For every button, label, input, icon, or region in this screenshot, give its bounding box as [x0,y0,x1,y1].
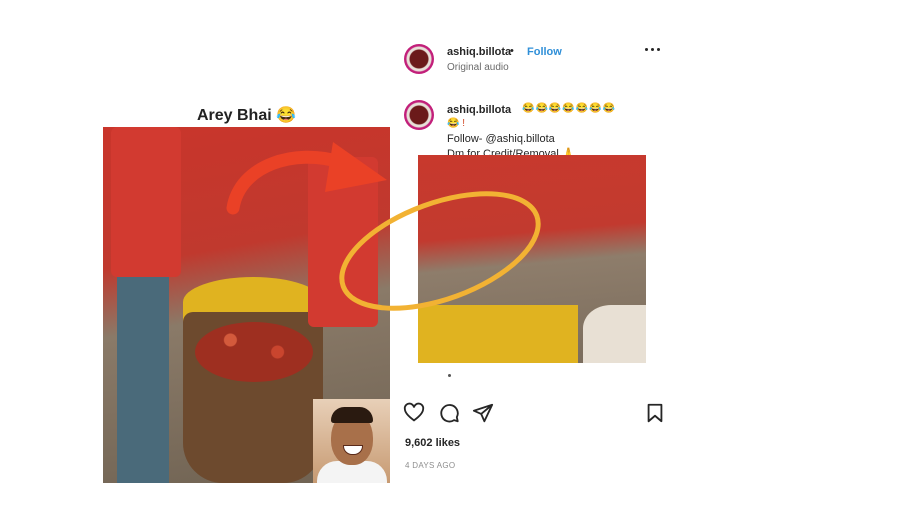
person-jeans [117,277,169,483]
face-hair [331,407,373,423]
caption-username[interactable]: ashiq.billota [447,104,511,116]
reaction-face [313,399,390,483]
white-bowl [583,305,646,363]
likes-count[interactable]: 9,602 likes [405,437,460,449]
caption-emojis-line2: 😂 ! [447,118,466,129]
yellow-highlight-circle [339,191,541,311]
post-username[interactable]: ashiq.billota [447,46,511,58]
bookmark-icon[interactable] [644,402,666,424]
sweets [195,322,313,382]
audio-label[interactable]: Original audio [447,62,509,73]
carousel-dot [448,374,451,377]
reel-caption: Arey Bhai 😂 [196,107,297,124]
avatar[interactable] [404,44,434,74]
caption-emojis: 😂😂😂😂😂😂😂 [522,103,617,114]
follow-button[interactable]: Follow [527,46,562,58]
more-icon[interactable] [645,48,665,58]
caption-follow-text: Follow- @ashiq.billota [447,133,555,145]
post-timestamp: 4 DAYS AGO [405,461,456,470]
heart-icon[interactable] [403,402,425,424]
comment-icon[interactable] [438,402,460,424]
caption-avatar[interactable] [404,100,434,130]
share-icon[interactable] [472,402,494,424]
separator-dot: • [510,45,514,57]
person-red-shirt [111,127,181,277]
